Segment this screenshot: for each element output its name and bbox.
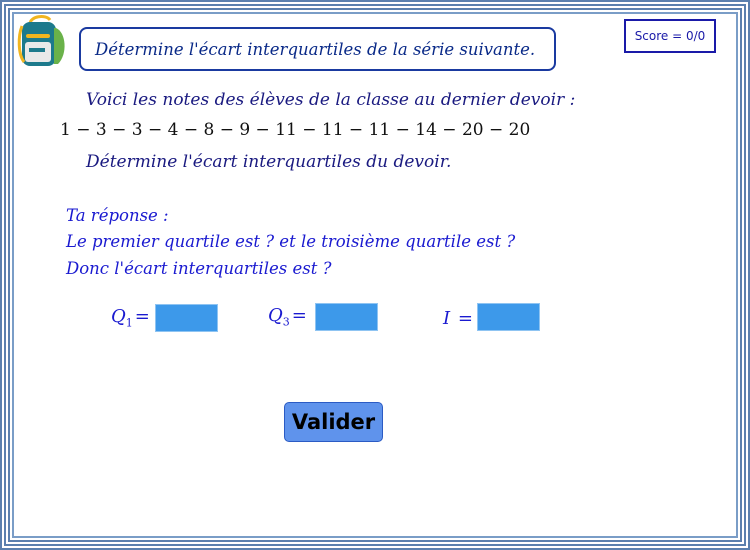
q3-var: Q — [268, 305, 283, 326]
iqr-input[interactable] — [477, 303, 540, 331]
backpack-icon — [17, 15, 65, 66]
q1-label: Q1 = — [111, 306, 150, 330]
iqr-var: I — [443, 308, 451, 329]
answer-prompt-iqr: Donc l'écart interquartiles est ? — [66, 259, 332, 278]
q3-equals: = — [291, 305, 307, 326]
iqr-equals: = — [457, 308, 473, 329]
q1-var: Q — [111, 306, 126, 327]
q1-sub: 1 — [125, 316, 133, 330]
intro-text: Voici les notes des élèves de la classe … — [86, 90, 576, 110]
q1-equals: = — [134, 306, 150, 327]
q3-sub: 3 — [282, 315, 290, 329]
q3-label: Q3 = — [268, 305, 307, 329]
question-text: Détermine l'écart interquartiles du devo… — [86, 152, 452, 172]
answer-prompt-quartiles: Le premier quartile est ? et le troisièm… — [66, 232, 516, 251]
iqr-label: I = — [443, 308, 473, 329]
answer-heading: Ta réponse : — [66, 206, 169, 225]
page-title: Détermine l'écart interquartiles de la s… — [79, 27, 556, 71]
q1-input[interactable] — [155, 304, 218, 332]
score-badge: Score = 0/0 — [624, 19, 716, 53]
grade-series: 1 − 3 − 3 − 4 − 8 − 9 − 11 − 11 − 11 − 1… — [60, 120, 531, 140]
validate-button[interactable]: Valider — [284, 402, 383, 442]
q3-input[interactable] — [315, 303, 378, 331]
